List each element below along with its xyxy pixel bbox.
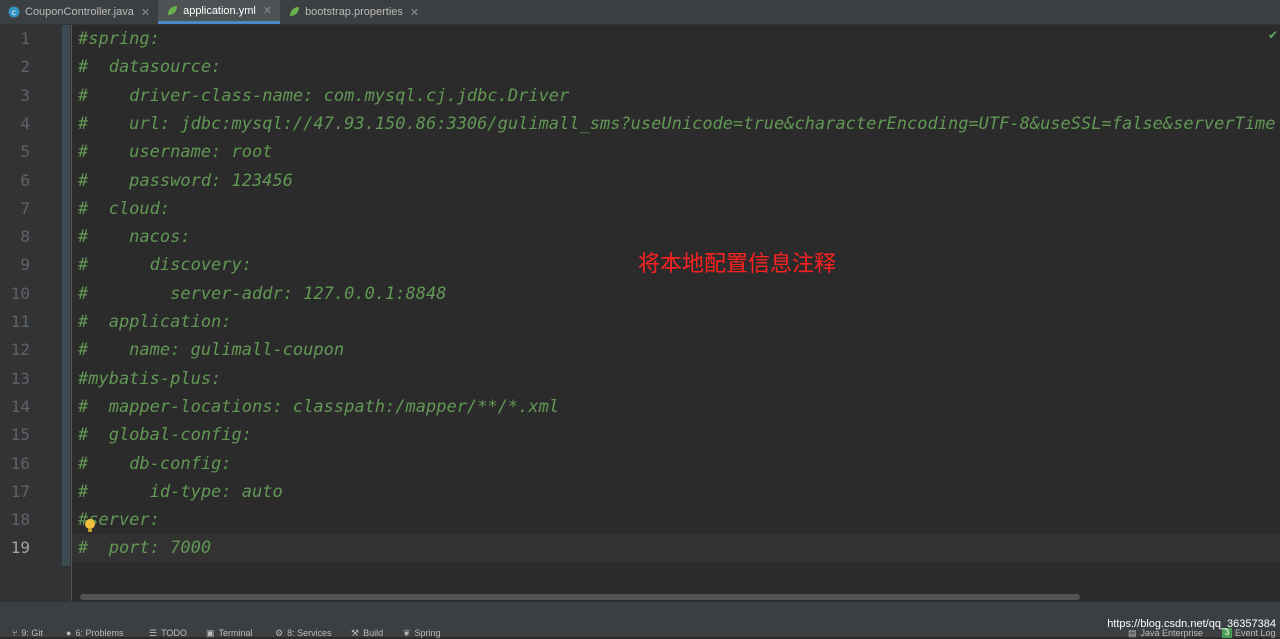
line-number: 10 — [10, 283, 30, 303]
line-number: 19 — [10, 538, 30, 558]
code-line[interactable]: # cloud: — [78, 195, 1280, 223]
line-number: 18 — [10, 510, 30, 530]
code-line[interactable]: # driver-class-name: com.mysql.cj.jdbc.D… — [78, 82, 1280, 110]
code-line[interactable]: # server-addr: 127.0.0.1:8848 — [78, 280, 1280, 308]
close-icon[interactable]: ✕ — [141, 6, 150, 19]
tool-problems[interactable]: ● 6: Problems — [66, 627, 123, 639]
spring-leaf-icon — [288, 6, 300, 18]
line-number: 8 — [20, 227, 30, 247]
line-number: 11 — [10, 312, 30, 331]
code-line[interactable]: #spring: — [78, 25, 1280, 53]
code-line[interactable]: # datasource: — [78, 53, 1280, 81]
line-number: 3 — [20, 85, 30, 105]
code-editor[interactable]: 1 #spring: 2 # datasource: 3 # driver-class-n… — [0, 25, 1280, 601]
tool-build[interactable]: ⚒ Build — [351, 627, 383, 639]
class-icon: c — [8, 6, 20, 18]
inspection-ok-icon[interactable]: ✔ — [1268, 28, 1278, 42]
tab-bootstrap-properties[interactable]: bootstrap.properties ✕ — [280, 0, 427, 24]
code-line[interactable]: # id-type: auto — [78, 478, 1280, 506]
code-line[interactable]: # url: jdbc:mysql://47.93.150.86:3306/gu… — [78, 110, 1280, 138]
line-number: 13 — [10, 368, 30, 388]
tab-coupon-controller[interactable]: c CouponController.java ✕ — [0, 0, 158, 24]
code-line[interactable]: # global-config: — [78, 421, 1280, 449]
line-number: 14 — [10, 396, 30, 416]
code-line[interactable]: # name: gulimall-coupon — [78, 336, 1280, 364]
tab-application-yml[interactable]: application.yml ✕ — [158, 0, 281, 24]
code-line[interactable]: #mybatis-plus: — [78, 365, 1280, 393]
line-number: 9 — [20, 255, 30, 275]
tool-todo[interactable]: ☰ TODO — [149, 627, 187, 639]
tab-label: application.yml — [183, 4, 256, 17]
tool-spring[interactable]: ❦ Spring — [403, 627, 441, 639]
line-number: 12 — [10, 340, 30, 360]
scrollbar-thumb[interactable] — [80, 594, 1080, 600]
line-number: 2 — [20, 57, 30, 77]
code-line[interactable]: # db-config: — [78, 450, 1280, 478]
close-icon[interactable]: ✕ — [263, 4, 272, 17]
fold-marker-bar — [62, 25, 70, 566]
line-number: 17 — [10, 481, 30, 501]
lightbulb-icon[interactable] — [84, 518, 96, 534]
line-number: 16 — [10, 453, 30, 473]
code-line[interactable]: #server: — [78, 506, 1280, 534]
line-number: 7 — [20, 198, 30, 218]
line-number: 15 — [10, 425, 30, 445]
svg-text:c: c — [12, 8, 16, 17]
line-number: 4 — [20, 113, 30, 133]
bottom-tool-strip: ⑂ 9: Git ● 6: Problems ☰ TODO ▣ Terminal… — [0, 601, 1280, 639]
code-line[interactable]: # application: — [78, 308, 1280, 336]
line-number: 5 — [20, 142, 30, 162]
line-number: 1 — [20, 29, 30, 48]
code-line[interactable]: # username: root — [78, 138, 1280, 166]
line-number: 6 — [20, 170, 30, 190]
tool-terminal[interactable]: ▣ Terminal — [206, 627, 253, 639]
close-icon[interactable]: ✕ — [410, 6, 419, 19]
tool-git[interactable]: ⑂ 9: Git — [12, 627, 43, 639]
code-line[interactable]: # password: 123456 — [78, 167, 1280, 195]
tab-label: CouponController.java — [25, 6, 134, 18]
code-line[interactable]: # port: 7000 — [78, 534, 1280, 562]
code-line[interactable]: # mapper-locations: classpath:/mapper/**… — [78, 393, 1280, 421]
spring-leaf-icon — [166, 5, 178, 17]
annotation-text: 将本地配置信息注释 — [638, 252, 837, 277]
watermark-url: https://blog.csdn.net/qq_36357384 — [1107, 618, 1276, 630]
editor-tab-bar: c CouponController.java ✕ application.ym… — [0, 0, 1280, 25]
tool-services[interactable]: ⚙ 8: Services — [275, 627, 332, 639]
tab-label: bootstrap.properties — [305, 6, 403, 18]
